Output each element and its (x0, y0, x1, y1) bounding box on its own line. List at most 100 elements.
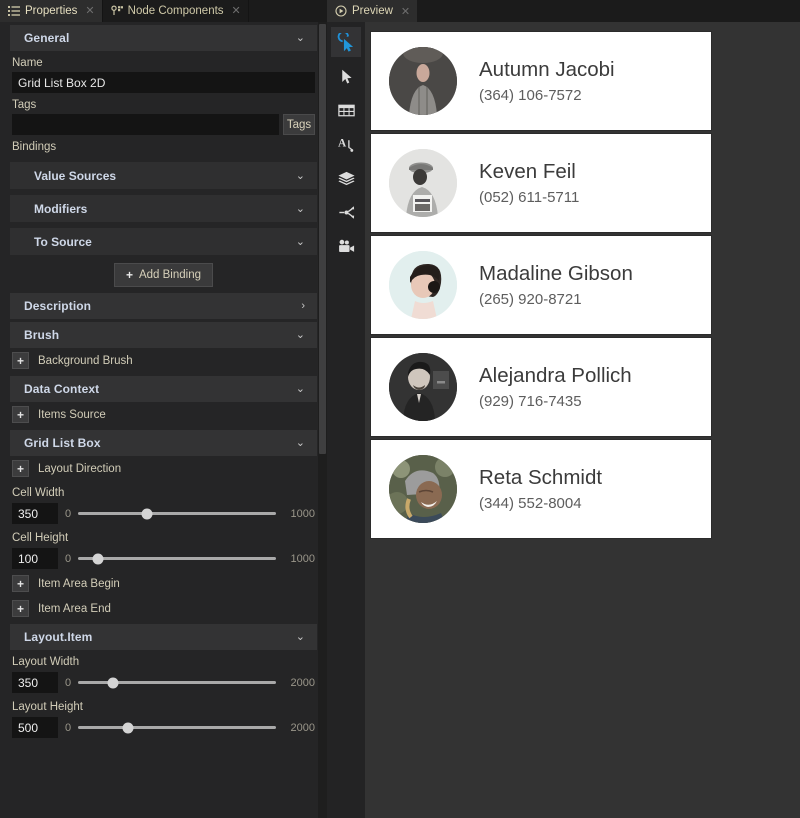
expander-label-background-brush: Background Brush (38, 355, 133, 367)
tab-node-components-close-icon[interactable]: ✕ (232, 6, 241, 17)
expand-plus-icon[interactable]: + (12, 600, 29, 617)
slider-knob[interactable] (122, 722, 133, 733)
expander-items-source[interactable]: + Items Source (0, 402, 327, 427)
name-input[interactable] (12, 72, 315, 93)
preview-panel: Preview ✕ (327, 0, 800, 818)
section-header-data-context[interactable]: Data Context ⌄ (10, 376, 317, 402)
layout-width-input[interactable] (12, 672, 58, 693)
expand-plus-icon[interactable]: + (12, 352, 29, 369)
contact-card[interactable]: Keven Feil (052) 611-5711 (370, 133, 712, 233)
cell-width-input[interactable] (12, 503, 58, 524)
section-header-layout-item[interactable]: Layout.Item ⌄ (10, 624, 317, 650)
expand-plus-icon[interactable]: + (12, 575, 29, 592)
layout-width-slider[interactable] (78, 675, 276, 691)
slider-row-layout-height: 0 2000 (0, 716, 327, 740)
tool-text-font[interactable]: A (331, 129, 361, 159)
add-binding-label: Add Binding (139, 269, 201, 281)
layers-icon (337, 169, 356, 188)
slider-track (78, 557, 276, 560)
tags-input[interactable] (12, 114, 279, 135)
section-header-brush[interactable]: Brush ⌄ (10, 322, 317, 348)
add-binding-button[interactable]: + Add Binding (114, 263, 213, 287)
avatar (389, 149, 457, 217)
tab-preview-label: Preview (352, 5, 393, 17)
list-icon (8, 5, 20, 17)
tab-preview-close-icon[interactable]: ✕ (401, 5, 410, 18)
chevron-down-icon: ⌄ (296, 235, 305, 248)
chevron-down-icon: ⌄ (296, 632, 305, 643)
avatar (389, 353, 457, 421)
pointer-arrow-icon (338, 68, 355, 85)
layout-height-input[interactable] (12, 717, 58, 738)
avatar (389, 455, 457, 523)
expander-layout-direction[interactable]: + Layout Direction (0, 456, 327, 481)
tool-video-camera[interactable] (331, 231, 361, 261)
tab-properties-close-icon[interactable]: ✕ (85, 6, 94, 17)
slider-row-cell-height: 0 1000 (0, 547, 327, 571)
section-title-layout-item: Layout.Item (24, 630, 296, 644)
contact-name: Keven Feil (479, 160, 579, 184)
tab-preview[interactable]: Preview ✕ (327, 0, 417, 22)
slider-track (78, 726, 276, 729)
expand-plus-icon[interactable]: + (12, 460, 29, 477)
tool-click-cursor[interactable] (331, 27, 361, 57)
subsection-modifiers[interactable]: Modifiers ⌄ (10, 195, 317, 222)
tags-button[interactable]: Tags (283, 114, 315, 135)
contact-card[interactable]: Autumn Jacobi (364) 106-7572 (370, 31, 712, 131)
bindings-label: Bindings (0, 135, 327, 156)
avatar-photo (389, 149, 457, 217)
properties-scrollbar-thumb[interactable] (319, 24, 326, 454)
layout-height-slider[interactable] (78, 720, 276, 736)
section-header-grid-list-box[interactable]: Grid List Box ⌄ (10, 430, 317, 456)
avatar-photo (389, 353, 457, 421)
layout-width-max: 2000 (283, 677, 315, 689)
video-camera-icon (337, 237, 356, 256)
slider-knob[interactable] (92, 553, 103, 564)
contact-card[interactable]: Reta Schmidt (344) 552-8004 (370, 439, 712, 539)
cell-width-max: 1000 (283, 508, 315, 520)
click-cursor-icon (337, 33, 356, 52)
subsection-value-sources[interactable]: Value Sources ⌄ (10, 162, 317, 189)
text-font-icon: A (337, 135, 356, 154)
tool-layers[interactable] (331, 163, 361, 193)
chevron-right-icon: › (301, 301, 305, 312)
tool-table-grid[interactable] (331, 95, 361, 125)
contact-card[interactable]: Madaline Gibson (265) 920-8721 (370, 235, 712, 335)
contact-card[interactable]: Alejandra Pollich (929) 716-7435 (370, 337, 712, 437)
expander-item-area-begin[interactable]: + Item Area Begin (0, 571, 327, 596)
expander-background-brush[interactable]: + Background Brush (0, 348, 327, 373)
layout-height-max: 2000 (283, 722, 315, 734)
tool-pointer-arrow[interactable] (331, 61, 361, 91)
cell-width-label: Cell Width (0, 481, 327, 502)
tool-node-graph[interactable] (331, 197, 361, 227)
slider-row-cell-width: 0 1000 (0, 502, 327, 526)
cell-height-max: 1000 (283, 553, 315, 565)
cell-height-slider[interactable] (78, 551, 276, 567)
tab-node-components-label: Node Components (128, 5, 224, 17)
contact-name: Alejandra Pollich (479, 364, 632, 388)
contact-name: Madaline Gibson (479, 262, 633, 286)
properties-scrollbar[interactable] (318, 22, 327, 818)
section-header-description[interactable]: Description › (10, 293, 317, 319)
avatar (389, 251, 457, 319)
tab-properties[interactable]: Properties ✕ (0, 0, 103, 22)
cell-width-min: 0 (65, 508, 71, 520)
table-grid-icon (337, 101, 356, 120)
expand-plus-icon[interactable]: + (12, 406, 29, 423)
chevron-down-icon: ⌄ (296, 202, 305, 215)
expander-item-area-end[interactable]: + Item Area End (0, 596, 327, 621)
expander-label-item-area-begin: Item Area Begin (38, 578, 120, 590)
contact-phone: (052) 611-5711 (479, 189, 579, 206)
contact-name: Autumn Jacobi (479, 58, 615, 82)
avatar-photo (389, 455, 457, 523)
slider-knob[interactable] (142, 508, 153, 519)
cell-height-input[interactable] (12, 548, 58, 569)
node-graph-icon (337, 203, 356, 222)
subsection-title-value-sources: Value Sources (34, 169, 296, 183)
cell-width-slider[interactable] (78, 506, 276, 522)
subsection-to-source[interactable]: To Source ⌄ (10, 228, 317, 255)
preview-canvas: Autumn Jacobi (364) 106-7572 (365, 22, 800, 818)
slider-knob[interactable] (107, 677, 118, 688)
tab-node-components[interactable]: Node Components ✕ (103, 0, 249, 22)
section-header-general[interactable]: General ⌄ (10, 25, 317, 51)
